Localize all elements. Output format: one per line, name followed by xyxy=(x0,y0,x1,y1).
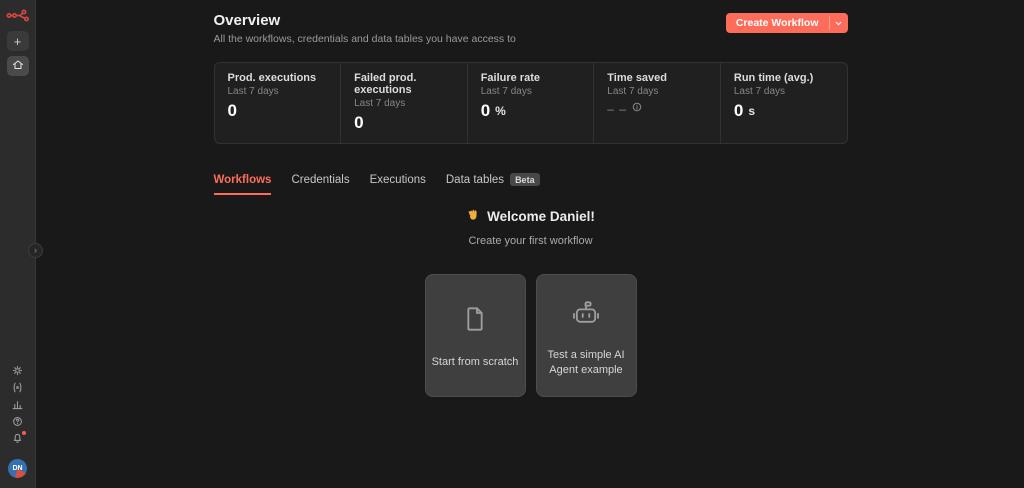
stat-value: 0 xyxy=(354,113,454,133)
stat-title: Time saved xyxy=(607,72,707,84)
info-icon[interactable] xyxy=(631,101,643,116)
page-subtitle: All the workflows, credentials and data … xyxy=(214,33,516,45)
home-icon xyxy=(12,59,24,74)
stat-period: Last 7 days xyxy=(481,86,581,97)
stats-bar: Prod. executions Last 7 days 0 Failed pr… xyxy=(214,62,848,144)
stat-period: Last 7 days xyxy=(607,86,707,97)
user-avatar[interactable]: DN xyxy=(8,459,27,478)
tab-label: Workflows xyxy=(214,174,272,186)
add-workflow-button[interactable]: + xyxy=(7,31,29,51)
stat-failed-executions: Failed prod. executions Last 7 days 0 xyxy=(340,63,467,143)
variables-icon xyxy=(11,381,24,394)
page-header-text: Overview All the workflows, credentials … xyxy=(214,12,516,45)
start-cards: Start from scratch Test a simple AI Agen… xyxy=(214,274,848,397)
stat-period: Last 7 days xyxy=(354,98,454,109)
tab-label: Executions xyxy=(370,174,426,186)
sidebar-item-overview[interactable] xyxy=(7,56,29,76)
create-workflow-label: Create Workflow xyxy=(726,13,829,33)
n8n-logo xyxy=(6,8,30,22)
sidebar-item-help[interactable] xyxy=(7,415,29,428)
page-title: Overview xyxy=(214,12,516,29)
start-from-scratch-card[interactable]: Start from scratch xyxy=(425,274,526,397)
chevron-down-icon xyxy=(834,19,843,28)
tab-credentials[interactable]: Credentials xyxy=(291,174,349,195)
sidebar-item-whats-new[interactable] xyxy=(7,432,29,445)
welcome-subtitle: Create your first workflow xyxy=(214,235,848,247)
stat-time-saved: Time saved Last 7 days – – xyxy=(593,63,720,143)
stat-title: Run time (avg.) xyxy=(734,72,834,84)
sidebar-collapse-toggle[interactable]: › xyxy=(28,243,43,258)
stat-value: – – xyxy=(607,101,707,116)
stat-title: Failed prod. executions xyxy=(354,72,454,96)
waving-hand-icon xyxy=(466,208,480,225)
card-label: Start from scratch xyxy=(432,355,519,370)
ai-agent-example-card[interactable]: Test a simple AI Agent example xyxy=(536,274,637,397)
tab-workflows[interactable]: Workflows xyxy=(214,174,272,195)
stat-period: Last 7 days xyxy=(228,86,328,97)
notification-dot xyxy=(22,431,26,435)
card-label: Test a simple AI Agent example xyxy=(543,348,630,378)
document-icon xyxy=(459,303,491,340)
settings-gear-icon xyxy=(11,364,24,377)
stat-failure-rate: Failure rate Last 7 days 0% xyxy=(467,63,594,143)
stat-prod-executions: Prod. executions Last 7 days 0 xyxy=(215,63,341,143)
insights-chart-icon xyxy=(11,398,24,411)
tab-label: Data tables xyxy=(446,174,504,186)
empty-state: Welcome Daniel! Create your first workfl… xyxy=(214,208,848,247)
sidebar-item-variables[interactable] xyxy=(7,381,29,394)
beta-badge: Beta xyxy=(510,173,540,186)
stat-run-time: Run time (avg.) Last 7 days 0s xyxy=(720,63,847,143)
main-content: Overview All the workflows, credentials … xyxy=(37,0,1024,488)
plus-icon: + xyxy=(14,34,22,49)
stat-value: 0% xyxy=(481,101,581,121)
tab-bar: Workflows Credentials Executions Data ta… xyxy=(214,173,848,195)
stat-value: 0s xyxy=(734,101,834,121)
stat-value: 0 xyxy=(228,101,328,121)
user-initials: DN xyxy=(12,465,22,472)
welcome-text: Welcome Daniel! xyxy=(487,209,595,224)
stat-title: Prod. executions xyxy=(228,72,328,84)
create-workflow-button[interactable]: Create Workflow xyxy=(726,13,848,33)
sidebar-item-insights[interactable] xyxy=(7,398,29,411)
welcome-title: Welcome Daniel! xyxy=(466,208,595,225)
stat-title: Failure rate xyxy=(481,72,581,84)
sidebar-item-settings[interactable] xyxy=(7,364,29,377)
tab-executions[interactable]: Executions xyxy=(370,174,426,195)
create-workflow-dropdown[interactable] xyxy=(830,13,848,33)
tab-data-tables[interactable]: Data tables Beta xyxy=(446,173,540,195)
page-header: Overview All the workflows, credentials … xyxy=(214,12,848,45)
help-icon xyxy=(11,415,24,428)
sidebar-bottom-icons xyxy=(7,364,29,445)
tab-label: Credentials xyxy=(291,174,349,186)
chevron-right-icon: › xyxy=(34,245,37,255)
robot-icon xyxy=(569,296,603,333)
stat-period: Last 7 days xyxy=(734,86,834,97)
